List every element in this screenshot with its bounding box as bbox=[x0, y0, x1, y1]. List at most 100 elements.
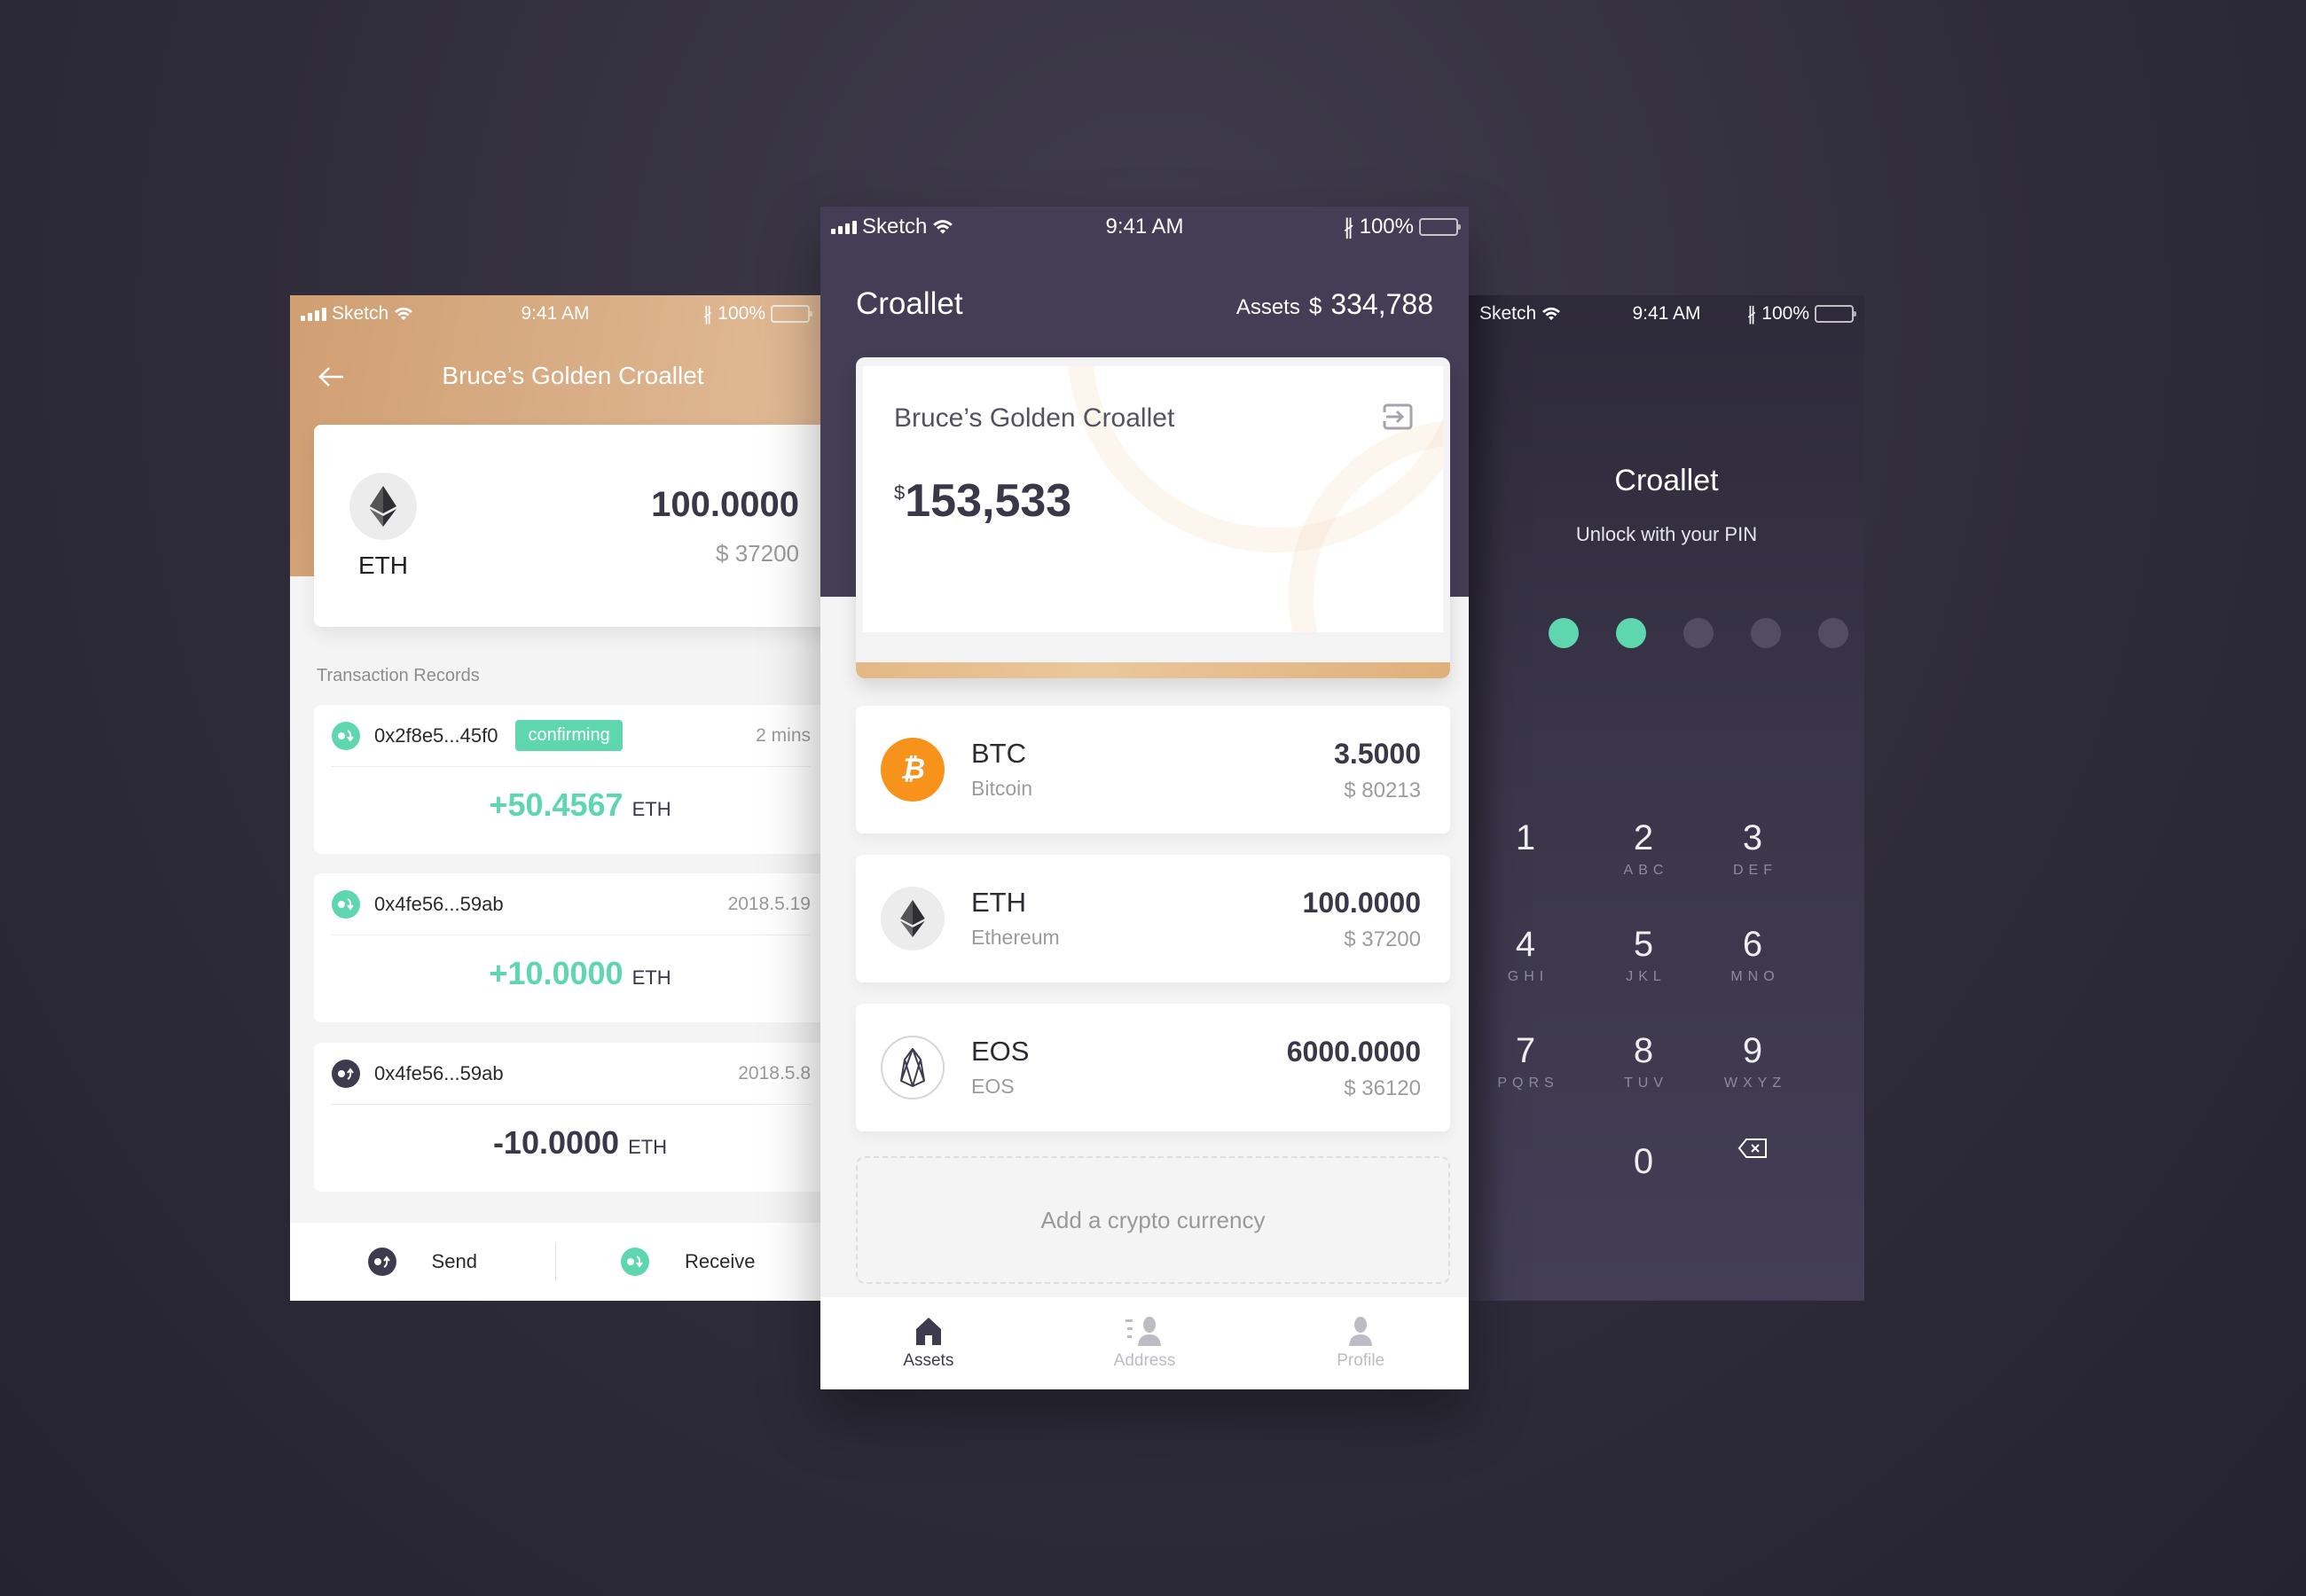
tab-label: Assets bbox=[903, 1351, 954, 1370]
key-digit: 2 bbox=[1633, 818, 1654, 857]
transaction-time: 2018.5.8 bbox=[738, 1062, 811, 1084]
tab-profile[interactable]: Profile bbox=[1252, 1297, 1469, 1389]
ethereum-icon bbox=[370, 486, 396, 527]
key-letters: GHI bbox=[1507, 969, 1549, 984]
coin-row-eos[interactable]: EOS EOS 6000.0000 $ 36120 bbox=[856, 1004, 1450, 1131]
coin-row-btc[interactable]: ₿ BTC Bitcoin 3.5000 $ 80213 bbox=[856, 706, 1450, 833]
coin-symbol: EOS bbox=[971, 1036, 1030, 1067]
key-digit: 0 bbox=[1633, 1142, 1654, 1181]
wallet-card-stack[interactable]: Bruce’s Golden Croallet $153,533 bbox=[856, 357, 1450, 685]
transaction-row[interactable]: 0x2f8e5...45f0 confirming 2 mins +50.456… bbox=[314, 705, 820, 854]
keypad-key-8[interactable]: 8 TUV bbox=[1581, 1031, 1706, 1120]
keypad-key-0[interactable]: 0 bbox=[1581, 1142, 1706, 1231]
receive-icon bbox=[621, 1248, 649, 1276]
keypad-key-5[interactable]: 5 JKL bbox=[1581, 925, 1706, 1013]
wallet-balance-value: 153,533 bbox=[905, 475, 1072, 527]
add-currency-button[interactable]: Add a crypto currency bbox=[856, 1156, 1450, 1284]
coin-name: Ethereum bbox=[971, 926, 1060, 949]
ethereum-icon bbox=[900, 900, 925, 937]
assets-total: 334,788 bbox=[1330, 288, 1433, 320]
tab-label: Profile bbox=[1337, 1351, 1385, 1370]
key-letters: PQRS bbox=[1497, 1076, 1559, 1091]
eos-icon bbox=[900, 1048, 925, 1087]
coin-name: EOS bbox=[971, 1075, 1015, 1098]
svg-text:₿: ₿ bbox=[900, 753, 925, 785]
receive-icon bbox=[332, 721, 360, 750]
wallet-detail-screen: Sketch 9:41 AM ∦ 100% Bruce’s Golden Cro… bbox=[290, 295, 820, 1301]
battery-icon bbox=[771, 305, 812, 323]
action-bar: Send Receive bbox=[290, 1223, 820, 1301]
coin-icon-wrap bbox=[881, 887, 945, 951]
transaction-unit: ETH bbox=[631, 798, 671, 820]
export-icon[interactable] bbox=[1383, 403, 1413, 430]
key-digit: 8 bbox=[1633, 1031, 1654, 1070]
keypad-key-9[interactable]: 9 WXYZ bbox=[1690, 1031, 1815, 1120]
battery-percent: 100% bbox=[718, 303, 765, 324]
key-letters: MNO bbox=[1730, 969, 1780, 984]
unlock-prompt: Unlock with your PIN bbox=[1575, 523, 1758, 545]
receive-label: Receive bbox=[685, 1250, 756, 1272]
pin-dot bbox=[1683, 618, 1714, 648]
pin-dot bbox=[1818, 618, 1848, 648]
coin-summary-card: ETH 100.0000 $ 37200 bbox=[314, 425, 820, 627]
assets-currency: $ bbox=[1308, 293, 1322, 319]
battery-icon bbox=[1815, 305, 1856, 323]
user-icon bbox=[1349, 1317, 1373, 1346]
wallet-card[interactable]: Bruce’s Golden Croallet $153,533 bbox=[856, 357, 1450, 678]
pin-dot bbox=[1616, 618, 1646, 648]
battery-percent: 100% bbox=[1761, 303, 1809, 324]
transaction-time: 2 mins bbox=[756, 724, 811, 746]
transaction-amount: +50.4567 bbox=[489, 786, 624, 823]
transaction-amount: -10.0000 bbox=[492, 1124, 620, 1161]
keypad-key-7[interactable]: 7 PQRS bbox=[1469, 1031, 1588, 1120]
bitcoin-icon: ₿ bbox=[900, 753, 925, 785]
coin-row-eth[interactable]: ETH Ethereum 100.0000 $ 37200 bbox=[856, 855, 1450, 982]
bluetooth-icon: ∦ bbox=[1746, 303, 1757, 325]
key-digit: 5 bbox=[1633, 925, 1654, 964]
coin-icon-wrap bbox=[349, 473, 417, 540]
key-digit: 3 bbox=[1742, 818, 1763, 857]
status-bar: Sketch 9:41 AM ∦ 100% bbox=[820, 207, 1469, 247]
coin-symbol: ETH bbox=[358, 552, 408, 579]
bluetooth-icon: ∦ bbox=[702, 303, 713, 325]
delete-button[interactable] bbox=[1690, 1138, 1815, 1226]
coin-fiat-value: $ 37200 bbox=[716, 540, 799, 567]
app-title: Croallet bbox=[856, 286, 963, 321]
keypad-key-3[interactable]: 3 DEF bbox=[1690, 818, 1815, 907]
tab-address[interactable]: Address bbox=[1037, 1297, 1253, 1389]
coin-name: Bitcoin bbox=[971, 777, 1033, 800]
transaction-hash: 0x4fe56...59ab bbox=[374, 1061, 504, 1084]
send-icon bbox=[367, 1248, 396, 1276]
send-label: Send bbox=[431, 1250, 477, 1272]
transaction-row[interactable]: 0x4fe56...59ab 2018.5.19 +10.0000 ETH bbox=[314, 873, 820, 1022]
keypad-key-4[interactable]: 4 GHI bbox=[1469, 925, 1588, 1013]
backspace-icon bbox=[1737, 1138, 1767, 1158]
coin-fiat-value: $ 80213 bbox=[1344, 778, 1421, 802]
transactions-heading: Transaction Records bbox=[317, 666, 480, 685]
assets-label: Assets bbox=[1235, 295, 1300, 319]
keypad-key-1[interactable]: 1 bbox=[1469, 818, 1588, 907]
transaction-amount: +10.0000 bbox=[489, 955, 624, 991]
keypad-key-6[interactable]: 6 MNO bbox=[1690, 925, 1815, 1013]
key-letters: JKL bbox=[1626, 969, 1667, 984]
address-book-icon bbox=[1125, 1317, 1161, 1346]
coin-amount: 3.5000 bbox=[1334, 738, 1421, 770]
key-letters: TUV bbox=[1624, 1076, 1668, 1091]
status-bar: Sketch 9:41 AM ∦ 100% bbox=[290, 295, 820, 332]
key-letters: ABC bbox=[1623, 863, 1669, 878]
tab-bar: Assets Address Profile bbox=[820, 1297, 1469, 1389]
total-assets: Assets $ 334,788 bbox=[1236, 288, 1433, 321]
key-digit: 6 bbox=[1742, 925, 1763, 964]
send-button[interactable]: Send bbox=[290, 1248, 555, 1276]
tab-assets[interactable]: Assets bbox=[820, 1297, 1037, 1389]
transaction-row[interactable]: 0x4fe56...59ab 2018.5.8 -10.0000 ETH bbox=[314, 1043, 820, 1192]
coin-fiat-value: $ 36120 bbox=[1344, 1076, 1421, 1100]
wallet-gold-strip bbox=[856, 662, 1450, 678]
key-letters: DEF bbox=[1733, 863, 1777, 878]
assets-screen: Sketch 9:41 AM ∦ 100% Croallet Assets $ … bbox=[820, 207, 1469, 1389]
keypad-key-2[interactable]: 2 ABC bbox=[1581, 818, 1706, 907]
pin-dot bbox=[1549, 618, 1579, 648]
receive-button[interactable]: Receive bbox=[556, 1248, 821, 1276]
page-title: Bruce’s Golden Croallet bbox=[442, 362, 704, 389]
coin-amount: 100.0000 bbox=[1302, 887, 1421, 919]
